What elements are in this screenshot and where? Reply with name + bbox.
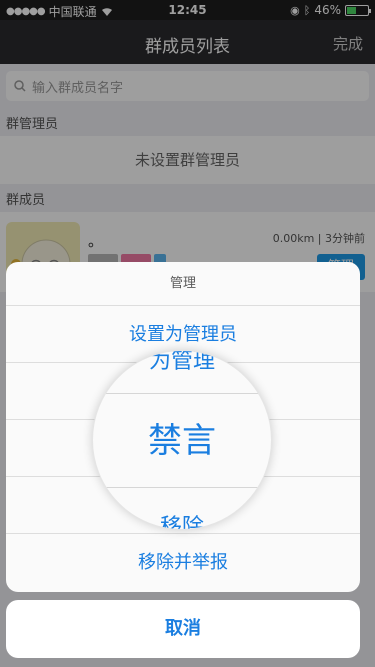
action-sheet-title: 管理 [6, 262, 360, 306]
divider [93, 393, 271, 394]
cancel-button[interactable]: 取消 [6, 600, 360, 658]
magnifier-overlay: 为管理 禁言 移除 [92, 350, 272, 530]
magnified-mute-label: 禁言 [148, 421, 216, 461]
magnified-partial-text: 为管理 [148, 350, 215, 374]
divider [93, 487, 271, 488]
magnified-partial-text: 移除 [159, 515, 204, 530]
remove-and-report-button[interactable]: 移除并举报 [6, 534, 360, 591]
